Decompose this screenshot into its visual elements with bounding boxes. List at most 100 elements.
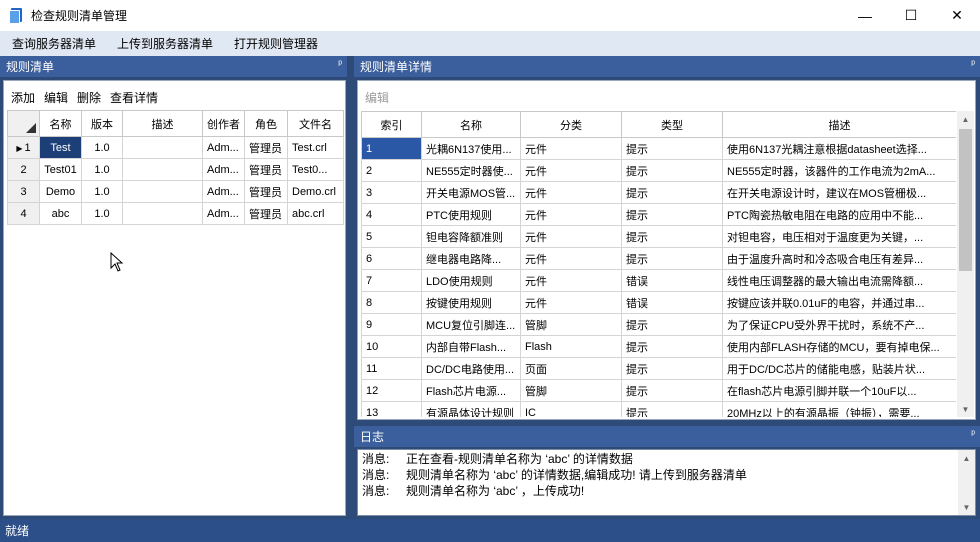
table-row[interactable]: 1 光耦6N137使用... 元件 提示 使用6N137光耦注意根据datasheet选… bbox=[361, 137, 956, 160]
column-header-description[interactable]: 描述 bbox=[722, 111, 956, 138]
cell-description[interactable]: 线性电压调整器的最大输出电流需降额... bbox=[722, 269, 956, 292]
table-row[interactable]: 3 开关电源MOS管... 元件 提示 在开关电源设计时，建议在MOS管栅极... bbox=[361, 181, 956, 204]
cell-category[interactable]: 元件 bbox=[520, 181, 622, 204]
rule-detail-grid[interactable]: 索引 名称 分类 类型 描述 1 光耦6N137使用... 元件 提示 使用6N137光… bbox=[361, 111, 956, 417]
table-row[interactable]: 13 有源晶体设计规则 IC 提示 20MHz以上的有源晶振（钟振），需要... bbox=[361, 401, 956, 417]
column-header-filename[interactable]: 文件名 bbox=[287, 110, 344, 137]
cell-index[interactable]: 1 bbox=[361, 137, 422, 160]
cell-description[interactable]: 由于温度升高时和冷态吸合电压有差异... bbox=[722, 247, 956, 270]
cell-name[interactable]: Test01 bbox=[39, 158, 82, 181]
edit-button[interactable]: 编辑 bbox=[362, 89, 392, 106]
table-row[interactable]: 8 按键使用规则 元件 错误 按键应该并联0.01uF的电容，并通过串... bbox=[361, 291, 956, 314]
cell-type[interactable]: 提示 bbox=[621, 203, 723, 226]
cell-index[interactable]: 2 bbox=[361, 159, 422, 182]
table-row[interactable]: 12 Flash芯片电源... 管脚 提示 在flash芯片电源引脚并联一个10uF以.… bbox=[361, 379, 956, 402]
cell-name[interactable]: abc bbox=[39, 202, 82, 225]
cell-category[interactable]: 页面 bbox=[520, 357, 622, 380]
scroll-up-arrow-icon[interactable]: ▲ bbox=[957, 111, 974, 127]
cell-role[interactable]: 管理员 bbox=[244, 158, 288, 181]
rule-list-grid[interactable]: 名称 版本 描述 创作者 角色 文件名 ▶ 1 Test 1.0 Adm... 管… bbox=[7, 110, 344, 225]
column-header-type[interactable]: 类型 bbox=[621, 111, 723, 138]
cell-category[interactable]: IC bbox=[520, 401, 622, 417]
cell-role[interactable]: 管理员 bbox=[244, 136, 288, 159]
cell-category[interactable]: 元件 bbox=[520, 203, 622, 226]
cell-description[interactable]: 在开关电源设计时，建议在MOS管栅极... bbox=[722, 181, 956, 204]
cell-index[interactable]: 9 bbox=[361, 313, 422, 336]
cell-category[interactable]: 元件 bbox=[520, 159, 622, 182]
cell-type[interactable]: 提示 bbox=[621, 137, 723, 160]
cell-type[interactable]: 错误 bbox=[621, 269, 723, 292]
table-row[interactable]: 2 Test01 1.0 Adm... 管理员 Test0... bbox=[7, 158, 344, 181]
menu-open-rule-manager[interactable]: 打开规则管理器 bbox=[222, 35, 327, 52]
row-header[interactable]: 4 bbox=[7, 202, 40, 225]
cell-description[interactable]: 使用内部FLASH存储的MCU，要有掉电保... bbox=[722, 335, 956, 358]
cell-index[interactable]: 4 bbox=[361, 203, 422, 226]
table-row[interactable]: 2 NE555定时器使... 元件 提示 NE555定时器，该器件的工作电流为2mA..… bbox=[361, 159, 956, 182]
table-row[interactable]: ▶ 1 Test 1.0 Adm... 管理员 Test.crl bbox=[7, 136, 344, 159]
cell-role[interactable]: 管理员 bbox=[244, 202, 288, 225]
cell-name[interactable]: 有源晶体设计规则 bbox=[421, 401, 521, 417]
view-details-button[interactable]: 查看详情 bbox=[107, 89, 161, 106]
cell-name[interactable]: 钽电容降额准则 bbox=[421, 225, 521, 248]
cell-category[interactable]: Flash bbox=[520, 335, 622, 358]
cell-description[interactable]: 按键应该并联0.01uF的电容，并通过串... bbox=[722, 291, 956, 314]
cell-version[interactable]: 1.0 bbox=[81, 180, 123, 203]
cell-name[interactable]: 按键使用规则 bbox=[421, 291, 521, 314]
column-header-index[interactable]: 索引 bbox=[361, 111, 422, 138]
cell-description[interactable]: 使用6N137光耦注意根据datasheet选择... bbox=[722, 137, 956, 160]
pin-icon[interactable]: ᵖ bbox=[971, 59, 975, 70]
row-header[interactable]: 2 bbox=[7, 158, 40, 181]
scrollbar-thumb[interactable] bbox=[959, 129, 972, 271]
cell-index[interactable]: 13 bbox=[361, 401, 422, 417]
cell-type[interactable]: 提示 bbox=[621, 313, 723, 336]
close-button[interactable]: ✕ bbox=[934, 0, 980, 31]
cell-category[interactable]: 元件 bbox=[520, 137, 622, 160]
cell-index[interactable]: 8 bbox=[361, 291, 422, 314]
table-row[interactable]: 7 LDO使用规则 元件 错误 线性电压调整器的最大输出电流需降额... bbox=[361, 269, 956, 292]
cell-author[interactable]: Adm... bbox=[202, 180, 245, 203]
row-header[interactable]: 3 bbox=[7, 180, 40, 203]
table-row[interactable]: 3 Demo 1.0 Adm... 管理员 Demo.crl bbox=[7, 180, 344, 203]
cell-category[interactable]: 管脚 bbox=[520, 379, 622, 402]
table-row[interactable]: 10 内部自带Flash... Flash 提示 使用内部FLASH存储的MCU，要有掉… bbox=[361, 335, 956, 358]
add-button[interactable]: 添加 bbox=[8, 89, 38, 106]
cell-type[interactable]: 提示 bbox=[621, 335, 723, 358]
grid-corner[interactable] bbox=[7, 110, 40, 137]
cell-name[interactable]: PTC使用规则 bbox=[421, 203, 521, 226]
table-row[interactable]: 9 MCU复位引脚连... 管脚 提示 为了保证CPU受外界干扰时，系统不产... bbox=[361, 313, 956, 336]
cell-filename[interactable]: Test.crl bbox=[287, 136, 344, 159]
cell-type[interactable]: 提示 bbox=[621, 357, 723, 380]
table-row[interactable]: 4 abc 1.0 Adm... 管理员 abc.crl bbox=[7, 202, 344, 225]
table-row[interactable]: 11 DC/DC电路使用... 页面 提示 用于DC/DC芯片的储能电感，贴装片状... bbox=[361, 357, 956, 380]
scroll-down-arrow-icon[interactable]: ▼ bbox=[958, 499, 975, 515]
cell-index[interactable]: 3 bbox=[361, 181, 422, 204]
cell-name[interactable]: LDO使用规则 bbox=[421, 269, 521, 292]
cell-version[interactable]: 1.0 bbox=[81, 136, 123, 159]
cell-category[interactable]: 元件 bbox=[520, 291, 622, 314]
minimize-button[interactable]: — bbox=[842, 0, 888, 31]
edit-button[interactable]: 编辑 bbox=[41, 89, 71, 106]
cell-index[interactable]: 12 bbox=[361, 379, 422, 402]
table-row[interactable]: 4 PTC使用规则 元件 提示 PTC陶瓷热敏电阻在电路的应用中不能... bbox=[361, 203, 956, 226]
cell-description[interactable]: 20MHz以上的有源晶振（钟振），需要... bbox=[722, 401, 956, 417]
cell-name[interactable]: Test bbox=[39, 136, 82, 159]
cell-name[interactable]: 继电器电路降... bbox=[421, 247, 521, 270]
cell-name[interactable]: NE555定时器使... bbox=[421, 159, 521, 182]
cell-name[interactable]: 开关电源MOS管... bbox=[421, 181, 521, 204]
cell-type[interactable]: 提示 bbox=[621, 159, 723, 182]
cell-author[interactable]: Adm... bbox=[202, 202, 245, 225]
row-header[interactable]: ▶ 1 bbox=[7, 136, 40, 159]
column-header-author[interactable]: 创作者 bbox=[202, 110, 245, 137]
cell-category[interactable]: 元件 bbox=[520, 269, 622, 292]
cell-version[interactable]: 1.0 bbox=[81, 202, 123, 225]
cell-category[interactable]: 元件 bbox=[520, 247, 622, 270]
column-header-name[interactable]: 名称 bbox=[39, 110, 82, 137]
table-row[interactable]: 6 继电器电路降... 元件 提示 由于温度升高时和冷态吸合电压有差异... bbox=[361, 247, 956, 270]
column-header-version[interactable]: 版本 bbox=[81, 110, 123, 137]
cell-description[interactable]: 为了保证CPU受外界干扰时，系统不产... bbox=[722, 313, 956, 336]
cell-author[interactable]: Adm... bbox=[202, 158, 245, 181]
cell-description[interactable]: 在flash芯片电源引脚并联一个10uF以... bbox=[722, 379, 956, 402]
cell-index[interactable]: 11 bbox=[361, 357, 422, 380]
menu-upload-to-server[interactable]: 上传到服务器清单 bbox=[105, 35, 222, 52]
cell-filename[interactable]: abc.crl bbox=[287, 202, 344, 225]
